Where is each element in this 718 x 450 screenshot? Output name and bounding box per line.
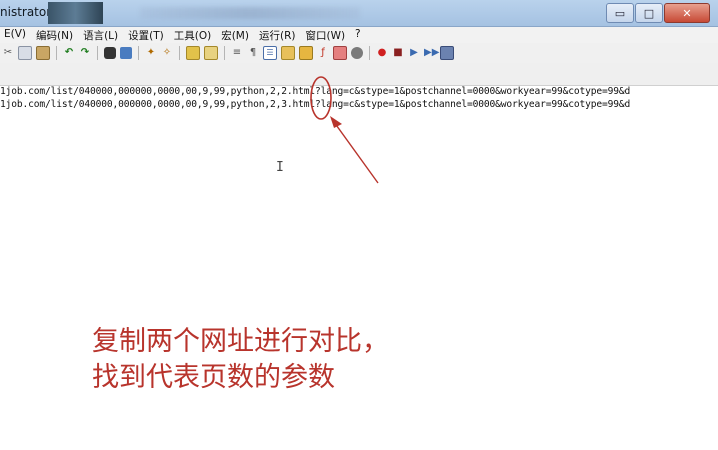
stop-icon[interactable] [351,47,363,59]
menu-settings[interactable]: 设置(T) [124,27,170,43]
function-list-icon[interactable] [281,46,295,60]
annotation-text: 复制两个网址进行对比， 找到代表页数的参数 [92,324,389,396]
window-controls: ▭ □ ✕ [605,3,710,23]
toolbar: ✂ ↶ ↷ ✦ ✧ ≡ ¶ ☰ ƒ ● ■ ▶ ▶▶ [0,43,718,63]
menu-run[interactable]: 运行(R) [255,27,302,43]
record-icon[interactable] [333,46,347,60]
toolbar-separator [138,46,139,60]
indent-guide-icon[interactable]: ¶ [247,47,259,59]
play-icon[interactable]: ▶ [408,47,420,59]
menu-view[interactable]: E(V) [0,27,32,43]
menu-help[interactable]: ? [351,27,367,43]
menu-language[interactable]: 语言(L) [79,27,124,43]
save-macro-icon[interactable] [440,46,454,60]
sync-icon[interactable] [186,46,200,60]
macro-record-icon[interactable]: ● [376,47,388,59]
toolbar-separator [97,46,98,60]
annotation-line-2: 找到代表页数的参数 [92,362,335,393]
close-button[interactable]: ✕ [664,3,710,23]
replace-icon[interactable] [120,47,132,59]
show-all-icon[interactable]: ≡ [231,47,243,59]
copy-icon[interactable] [18,46,32,60]
toolbar-separator [369,46,370,60]
play-multi-icon[interactable]: ▶▶ [424,47,439,59]
folder-icon[interactable] [299,46,313,60]
title-thumbnail [48,2,103,24]
paste-icon[interactable] [36,46,50,60]
annotation-line-1: 复制两个网址进行对比， [92,326,389,357]
doc-map-icon[interactable]: ☰ [263,46,277,60]
monitor-icon[interactable]: ƒ [317,47,329,59]
minimize-button[interactable]: ▭ [606,3,634,23]
zoom-in-icon[interactable]: ✦ [145,47,157,59]
title-blurred-text [140,7,360,19]
editor-line-1[interactable]: 1job.com/list/040000,000000,0000,00,9,99… [0,86,630,97]
maximize-button[interactable]: □ [635,3,663,23]
menu-window[interactable]: 窗口(W) [301,27,351,43]
find-icon[interactable] [104,47,116,59]
menu-bar: E(V) 编码(N) 语言(L) 设置(T) 工具(O) 宏(M) 运行(R) … [0,27,718,43]
toolbar-separator [179,46,180,60]
toolbar-separator [224,46,225,60]
tab-bar [0,63,718,86]
redo-icon[interactable]: ↷ [79,47,91,59]
menu-encoding[interactable]: 编码(N) [32,27,79,43]
title-bar: nistrator] ▭ □ ✕ [0,0,718,27]
zoom-out-icon[interactable]: ✧ [161,47,173,59]
menu-macro[interactable]: 宏(M) [217,27,255,43]
cut-icon[interactable]: ✂ [2,47,14,59]
text-cursor-icon: I [276,160,284,175]
menu-tools[interactable]: 工具(O) [170,27,217,43]
wrap-icon[interactable] [204,46,218,60]
undo-icon[interactable]: ↶ [63,47,75,59]
text-editor[interactable]: 1job.com/list/040000,000000,0000,00,9,99… [0,86,718,450]
editor-line-2[interactable]: 1job.com/list/040000,000000,0000,00,9,99… [0,99,630,110]
macro-stop-icon[interactable]: ■ [392,47,404,59]
toolbar-separator [56,46,57,60]
